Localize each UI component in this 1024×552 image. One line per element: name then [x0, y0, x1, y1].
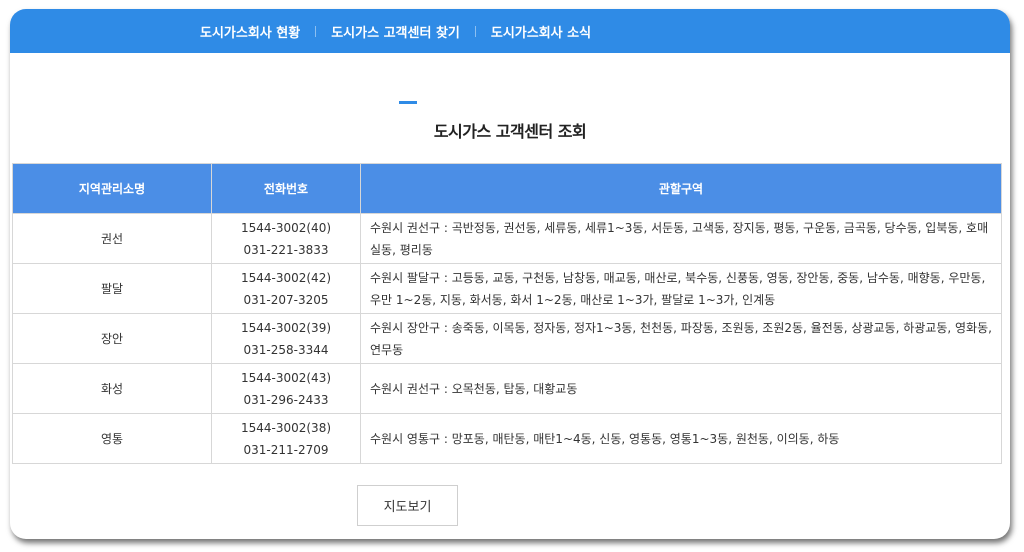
table-row: 권선 1544-3002(40) 031-221-3833 수원시 권선구 : … — [12, 213, 1002, 264]
phone-cell: 1544-3002(40) 031-221-3833 — [211, 213, 361, 264]
phone-number: 031-296-2433 — [243, 392, 329, 407]
phone-cell: 1544-3002(42) 031-207-3205 — [211, 263, 361, 314]
nav-gas-company-status[interactable]: 도시가스회사 현황 — [200, 22, 300, 41]
office-name: 화성 — [12, 363, 212, 414]
phone-cell: 1544-3002(38) 031-211-2709 — [211, 413, 361, 464]
service-area: 수원시 권선구 : 곡반정동, 권선동, 세류동, 세류1~3동, 서둔동, 고… — [360, 213, 1002, 264]
header-office-name: 지역관리소명 — [12, 163, 212, 214]
page-title: 도시가스 고객센터 조회 — [433, 122, 587, 141]
office-name: 권선 — [12, 213, 212, 264]
nav-divider — [315, 25, 317, 37]
phone-cell: 1544-3002(43) 031-296-2433 — [211, 363, 361, 414]
nav-divider — [474, 25, 476, 37]
phone-number: 1544-3002(39) — [240, 320, 332, 335]
table-row: 장안 1544-3002(39) 031-258-3344 수원시 장안구 : … — [12, 313, 1002, 364]
top-navigation: 도시가스회사 현황 도시가스 고객센터 찾기 도시가스회사 소식 — [10, 9, 1010, 53]
table-row: 화성 1544-3002(43) 031-296-2433 수원시 권선구 : … — [12, 363, 1002, 414]
table-header-row: 지역관리소명 전화번호 관할구역 — [12, 163, 1002, 214]
service-area: 수원시 장안구 : 송죽동, 이목동, 정자동, 정자1~3동, 천천동, 파장… — [360, 313, 1002, 364]
phone-cell: 1544-3002(39) 031-258-3344 — [211, 313, 361, 364]
phone-number: 031-207-3205 — [243, 292, 329, 307]
table-row: 팔달 1544-3002(42) 031-207-3205 수원시 팔달구 : … — [12, 263, 1002, 314]
customer-center-table: 지역관리소명 전화번호 관할구역 권선 1544-3002(40) 031-22… — [12, 163, 1002, 464]
phone-number: 031-258-3344 — [243, 342, 329, 357]
header-phone: 전화번호 — [211, 163, 361, 214]
service-area: 수원시 영통구 : 망포동, 매탄동, 매탄1~4동, 신동, 영통동, 영통1… — [360, 413, 1002, 464]
phone-number: 1544-3002(42) — [240, 270, 332, 285]
service-area: 수원시 팔달구 : 고등동, 교동, 구천동, 남창동, 매교동, 매산로, 북… — [360, 263, 1002, 314]
header-service-area: 관할구역 — [360, 163, 1002, 214]
office-name: 영통 — [12, 413, 212, 464]
nav-find-customer-center[interactable]: 도시가스 고객센터 찾기 — [331, 22, 460, 41]
office-name: 장안 — [12, 313, 212, 364]
table-row: 영통 1544-3002(38) 031-211-2709 수원시 영통구 : … — [12, 413, 1002, 464]
service-area: 수원시 권선구 : 오목천동, 탑동, 대황교동 — [360, 363, 1002, 414]
main-card: 도시가스회사 현황 도시가스 고객센터 찾기 도시가스회사 소식 도시가스 고객… — [10, 9, 1010, 539]
nav-gas-company-news[interactable]: 도시가스회사 소식 — [491, 22, 591, 41]
phone-number: 1544-3002(43) — [240, 370, 332, 385]
title-accent-bar — [399, 101, 417, 104]
office-name: 팔달 — [12, 263, 212, 314]
phone-number: 1544-3002(38) — [240, 420, 332, 435]
phone-number: 031-221-3833 — [243, 242, 329, 257]
view-map-button[interactable]: 지도보기 — [357, 485, 458, 526]
phone-number: 031-211-2709 — [243, 442, 329, 457]
phone-number: 1544-3002(40) — [240, 220, 332, 235]
